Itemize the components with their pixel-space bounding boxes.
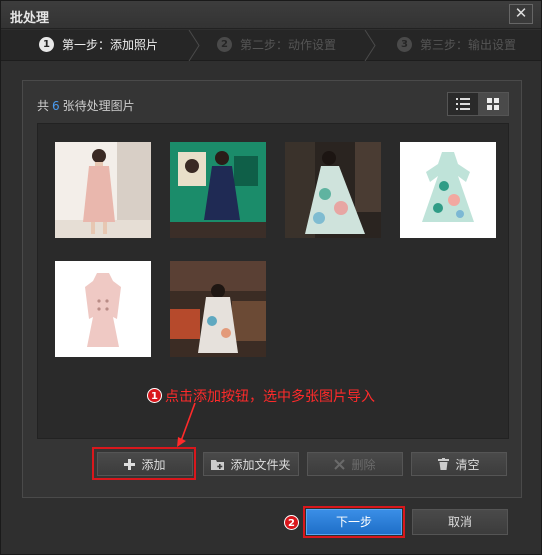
annotation-badge-1: 1 — [147, 388, 162, 403]
step-separator-icon — [188, 30, 200, 61]
title-bar: 批处理 ✕ — [1, 1, 541, 29]
step-1-label: 第一步：添加照片 — [62, 38, 159, 52]
count-suffix: 张待处理图片 — [62, 99, 135, 113]
delete-button-label: 删除 — [351, 457, 376, 472]
batch-dialog: 批处理 ✕ 1 第一步：添加照片 2 第二步：动作设置 3 第三步：输出设置 共 6 张待… — [0, 0, 542, 555]
photo-thumbnail-5[interactable] — [55, 261, 151, 357]
step-1-number: 1 — [39, 37, 54, 52]
next-button[interactable]: 下一步 — [306, 509, 402, 535]
step-separator-icon — [364, 30, 376, 61]
step-2: 2 第二步：动作设置 — [217, 30, 336, 61]
view-toggle — [447, 92, 509, 116]
count-number: 6 — [52, 99, 60, 113]
photo-thumbnail-2[interactable] — [170, 142, 266, 238]
image-count: 共 6 张待处理图片 — [37, 97, 135, 114]
clear-button[interactable]: 清空 — [411, 452, 507, 476]
photo-thumbnail-3[interactable] — [285, 142, 381, 238]
folder-add-icon — [211, 459, 225, 470]
step-1: 1 第一步：添加照片 — [39, 30, 158, 61]
add-folder-button[interactable]: 添加文件夹 — [203, 452, 299, 476]
photo-thumbnail-6[interactable] — [170, 261, 266, 357]
delete-button[interactable]: 删除 — [307, 452, 403, 476]
step-3: 3 第三步：输出设置 — [397, 30, 516, 61]
clear-button-label: 清空 — [455, 457, 480, 472]
annotation-arrow-icon — [177, 402, 196, 447]
step-3-label: 第三步：输出设置 — [420, 38, 517, 52]
photo-thumbnail-1[interactable] — [55, 142, 151, 238]
delete-x-icon — [334, 458, 346, 470]
trash-icon — [438, 458, 450, 470]
count-prefix: 共 — [37, 99, 50, 113]
photo-thumbnail-4[interactable] — [400, 142, 496, 238]
step-indicator: 1 第一步：添加照片 2 第二步：动作设置 3 第三步：输出设置 — [1, 30, 541, 61]
annotation-badge-2: 2 — [284, 515, 299, 530]
grid-view-button[interactable] — [478, 93, 508, 115]
image-panel: 共 6 张待处理图片 添加 添加文件夹 删除 清空 — [22, 80, 522, 498]
close-button[interactable]: ✕ — [509, 4, 533, 24]
step-2-number: 2 — [217, 37, 232, 52]
grid-view-icon — [487, 98, 499, 110]
list-view-button[interactable] — [448, 93, 478, 115]
cancel-button[interactable]: 取消 — [412, 509, 508, 535]
step-2-label: 第二步：动作设置 — [240, 38, 337, 52]
list-view-icon — [456, 98, 470, 110]
add-button-highlight — [92, 447, 196, 480]
step-3-number: 3 — [397, 37, 412, 52]
add-folder-label: 添加文件夹 — [230, 457, 291, 472]
dialog-title: 批处理 — [10, 11, 50, 26]
